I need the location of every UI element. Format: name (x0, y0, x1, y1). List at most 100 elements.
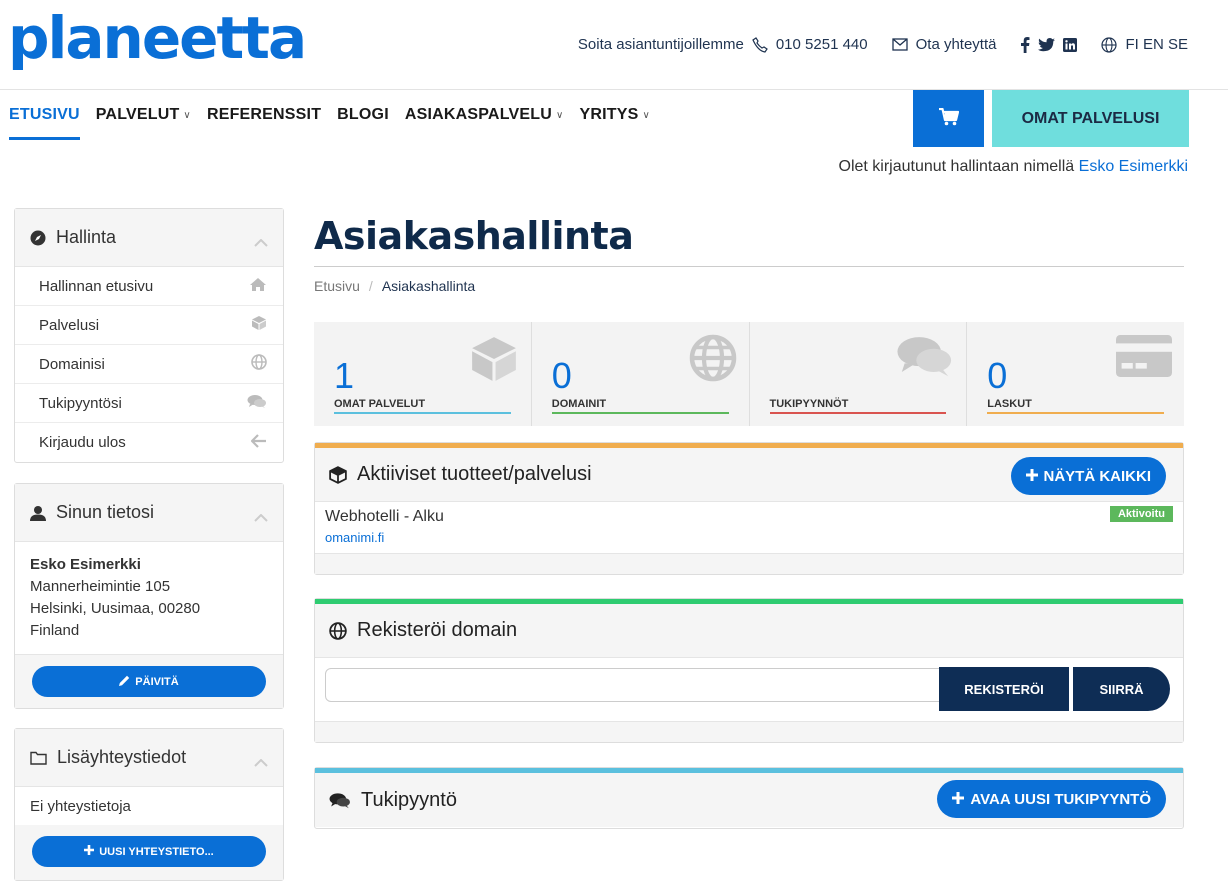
tile-label: TUKIPYYNNÖT (769, 398, 849, 410)
register-domain-title: Rekisteröi domain (357, 619, 518, 641)
nav-item-yritys[interactable]: YRITYS ∨ (579, 106, 650, 140)
chevron-down-icon: ∨ (183, 109, 191, 121)
globe-icon (329, 621, 347, 640)
site-header: planeetta Soita asiantuntijoillemme 010 … (0, 0, 1228, 90)
lisayhteystiedot-panel: Lisäyhteystiedot Ei yhteystietoja UUSI Y… (14, 728, 284, 881)
active-services-title: Aktiiviset tuotteet/palvelusi (357, 463, 592, 485)
chevron-up-icon[interactable] (254, 751, 268, 772)
domain-search-input[interactable] (325, 668, 943, 702)
register-domain-header: Rekisteröi domain (315, 604, 1183, 658)
top-info-bar: Soita asiantuntijoillemme 010 5251 440 O… (578, 36, 1188, 53)
nav-item-palvelut[interactable]: PALVELUT ∨ (96, 106, 191, 140)
comments-icon (896, 334, 954, 382)
page-title: Asiakashallinta (314, 214, 634, 258)
tile-value: 1 (334, 355, 355, 396)
service-name: Webhotelli - Alku (325, 508, 444, 525)
globe-icon (689, 334, 737, 386)
service-domain-link[interactable]: omanimi.fi (325, 530, 1173, 545)
tile-laskut[interactable]: 0 LASKUT (967, 322, 1184, 426)
facebook-icon[interactable] (1020, 36, 1030, 53)
tile-domainit[interactable]: 0 DOMAINIT (532, 322, 750, 426)
tile-label: OMAT PALVELUT (334, 398, 426, 410)
nav-item-asiakaspalvelu[interactable]: ASIAKASPALVELU ∨ (405, 106, 564, 140)
credit-card-icon (1116, 334, 1172, 382)
sidebar-item-hallinnan-etusivu[interactable]: Hallinnan etusivu (15, 267, 283, 306)
customer-street: Mannerheimintie 105 (30, 578, 171, 595)
nav-item-blogi[interactable]: BLOGI (337, 106, 389, 140)
contact-link[interactable]: Ota yhteyttä (916, 36, 997, 53)
twitter-icon[interactable] (1038, 37, 1056, 52)
phone-link[interactable]: 010 5251 440 (776, 36, 868, 53)
customer-address: Esko Esimerkki Mannerheimintie 105 Helsi… (15, 542, 283, 655)
plus-icon (1025, 468, 1038, 485)
register-domain-card: Rekisteröi domain REKISTERÖI SIIRRÄ (314, 598, 1184, 743)
home-icon (249, 277, 267, 296)
tile-value: 0 (987, 355, 1008, 396)
summary-tiles: 1 OMAT PALVELUT 0 DOMAINIT TUKIPYYNNÖT 0… (314, 322, 1184, 426)
sidebar-item-tukipyyntosi[interactable]: Tukipyyntösi (15, 384, 283, 423)
folder-icon (30, 751, 47, 765)
phone-icon (752, 36, 768, 53)
sidebar-item-domainisi[interactable]: Domainisi (15, 345, 283, 384)
language-switcher[interactable]: FI EN SE (1125, 36, 1188, 53)
cube-icon (251, 315, 267, 335)
support-card: Tukipyyntö AVAA UUSI TUKIPYYNTÖ (314, 767, 1184, 829)
cube-icon (469, 334, 519, 388)
show-all-button[interactable]: NÄYTÄ KAIKKI (1010, 457, 1166, 495)
active-services-card: Aktiiviset tuotteet/palvelusi NÄYTÄ KAIK… (314, 442, 1184, 575)
logged-in-user-link[interactable]: Esko Esimerkki (1079, 158, 1188, 175)
call-text: Soita asiantuntijoillemme (577, 36, 744, 53)
omat-palvelusi-button[interactable]: OMAT PALVELUSI (992, 90, 1189, 147)
chevron-up-icon[interactable] (254, 231, 268, 252)
chevron-down-icon: ∨ (642, 109, 651, 121)
title-divider (314, 266, 1184, 267)
active-services-header: Aktiiviset tuotteet/palvelusi NÄYTÄ KAIK… (315, 448, 1183, 502)
customer-city: Helsinki, Uusimaa, 00280 (30, 600, 201, 617)
plus-icon (84, 845, 95, 858)
status-badge: Aktivoitu (1109, 506, 1173, 522)
lisayhteystiedot-title: Lisäyhteystiedot (57, 747, 187, 767)
no-contacts-text: Ei yhteystietoja (30, 797, 131, 815)
logged-in-notice: Olet kirjautunut hallintaan nimellä Esko… (838, 158, 1189, 175)
comments-icon (247, 394, 267, 413)
breadcrumb-home[interactable]: Etusivu (314, 278, 360, 294)
hallinta-title: Hallinta (56, 227, 117, 247)
linkedin-icon[interactable] (1063, 37, 1078, 52)
support-title: Tukipyyntö (361, 788, 457, 811)
list-item[interactable]: Webhotelli - Alku omanimi.fi Aktivoitu (315, 502, 1183, 554)
pencil-icon (119, 675, 130, 689)
planeetta-logo[interactable]: planeetta (8, 8, 307, 68)
comments-icon (329, 792, 351, 809)
transfer-button[interactable]: SIIRRÄ (1073, 667, 1170, 711)
register-button[interactable]: REKISTERÖI (939, 667, 1069, 711)
tile-label: DOMAINIT (551, 398, 607, 410)
sinun-tietosi-title: Sinun tietosi (56, 502, 155, 522)
update-details-button[interactable]: PÄIVITÄ (32, 666, 266, 697)
support-header: Tukipyyntö AVAA UUSI TUKIPYYNTÖ (315, 773, 1183, 827)
new-contact-button[interactable]: UUSI YHTEYSTIETO... (32, 836, 266, 867)
sidebar-item-kirjaudu-ulos[interactable]: Kirjaudu ulos (15, 423, 283, 462)
mail-icon (891, 38, 908, 51)
cart-icon (938, 107, 959, 130)
main-nav: ETUSIVU PALVELUT ∨ REFERENSSIT BLOGI ASIA… (9, 106, 666, 140)
globe-icon (1101, 36, 1118, 53)
hallinta-panel: Hallinta Hallinnan etusivu Palvelusi Dom… (14, 208, 284, 463)
tile-omat-palvelut[interactable]: 1 OMAT PALVELUT (314, 322, 532, 426)
cart-button[interactable] (913, 90, 984, 147)
user-icon (30, 505, 46, 521)
tile-tukipyynnot[interactable]: TUKIPYYNNÖT (750, 322, 968, 426)
lisayhteystiedot-header[interactable]: Lisäyhteystiedot (15, 729, 283, 787)
nav-item-referenssit[interactable]: REFERENSSIT (207, 106, 321, 140)
sinun-tietosi-panel: Sinun tietosi Esko Esimerkki Mannerheimi… (14, 483, 284, 709)
arrow-left-icon (250, 433, 267, 452)
compass-icon (30, 230, 46, 246)
new-ticket-button[interactable]: AVAA UUSI TUKIPYYNTÖ (937, 780, 1166, 818)
nav-item-etusivu[interactable]: ETUSIVU (9, 106, 80, 140)
chevron-up-icon[interactable] (254, 506, 268, 527)
globe-icon (251, 354, 267, 374)
cube-icon (329, 465, 347, 484)
sinun-tietosi-header[interactable]: Sinun tietosi (15, 484, 283, 542)
hallinta-panel-header[interactable]: Hallinta (15, 209, 283, 267)
breadcrumb: Etusivu / Asiakashallinta (314, 278, 476, 294)
sidebar-item-palvelusi[interactable]: Palvelusi (15, 306, 283, 345)
